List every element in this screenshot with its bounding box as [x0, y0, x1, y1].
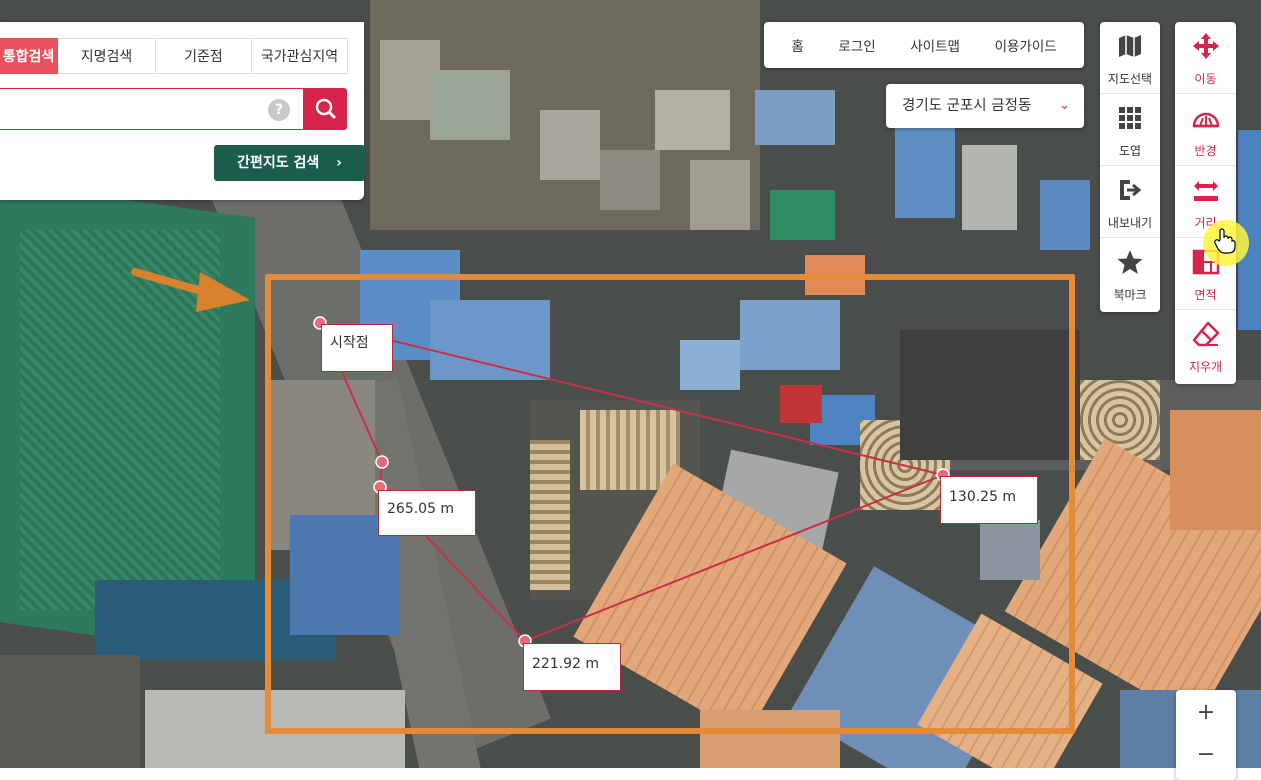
- tab-place-name-search[interactable]: 지명검색: [58, 38, 156, 74]
- tool-label: 도엽: [1118, 144, 1142, 158]
- tool-export[interactable]: 내보내기: [1100, 166, 1160, 238]
- map-building: [962, 145, 1017, 230]
- map-building: [20, 230, 220, 610]
- tool-bookmark[interactable]: 북마크: [1100, 238, 1160, 310]
- map-icon: [1119, 35, 1141, 57]
- hand-cursor-icon: [1214, 228, 1236, 254]
- tab-reference-point[interactable]: 기준점: [156, 38, 252, 74]
- nav-login[interactable]: 로그인: [838, 35, 875, 55]
- tool-eraser[interactable]: 지우개: [1175, 310, 1236, 382]
- nav-home[interactable]: 홈: [791, 35, 803, 55]
- map-building: [655, 90, 730, 150]
- top-nav: 홈 로그인 사이트맵 이용가이드: [764, 22, 1084, 68]
- tool-label: 지우개: [1188, 360, 1223, 374]
- measure-segment-label: 265.05 m: [378, 490, 476, 536]
- map-building: [540, 110, 600, 180]
- tool-move[interactable]: 이동: [1175, 22, 1236, 94]
- map-building: [1040, 180, 1090, 250]
- search-tabs: 통합검색 지명검색 기준점 국가관심지역: [0, 38, 348, 74]
- star-icon: [1117, 250, 1143, 274]
- tool-sheet-index[interactable]: 도엽: [1100, 94, 1160, 166]
- map-building: [430, 70, 510, 140]
- map-toolbar-left: 지도선택 도엽 내보내기 북마크: [1100, 22, 1160, 312]
- nav-sitemap[interactable]: 사이트맵: [910, 35, 960, 55]
- search-input[interactable]: ?: [0, 88, 304, 130]
- tool-radius[interactable]: 반경: [1175, 94, 1236, 166]
- measure-segment-label: 130.25 m: [940, 476, 1038, 524]
- region-select[interactable]: 경기도 군포시 금정동 ⌄: [886, 84, 1084, 128]
- tool-label: 북마크: [1113, 288, 1147, 302]
- grid-icon: [1119, 107, 1141, 129]
- help-icon[interactable]: ?: [268, 99, 290, 121]
- tab-label: 통합검색: [2, 49, 55, 65]
- tool-label: 지도선택: [1107, 72, 1153, 86]
- region-select-value: 경기도 군포시 금정동: [902, 98, 1032, 114]
- tab-national-interest-area[interactable]: 국가관심지역: [252, 38, 348, 74]
- tool-label: 내보내기: [1107, 216, 1153, 230]
- tool-label: 이동: [1194, 72, 1217, 86]
- map-building: [690, 160, 750, 230]
- measure-segment-label: 221.92 m: [523, 643, 621, 691]
- distance-icon: [1193, 181, 1218, 201]
- search-panel: 통합검색 지명검색 기준점 국가관심지역 ? 간편지도 검색 ›: [0, 22, 365, 200]
- tool-label: 반경: [1194, 144, 1217, 158]
- map-building: [755, 90, 835, 145]
- map-toolbar-right: 이동 반경 거리 면적 지우개: [1175, 22, 1236, 384]
- chevron-down-icon: ⌄: [1059, 98, 1070, 113]
- chevron-right-icon: ›: [336, 155, 342, 171]
- zoom-in-button[interactable]: +: [1176, 700, 1236, 725]
- tool-map-select[interactable]: 지도선택: [1100, 22, 1160, 94]
- zoom-control: + −: [1176, 690, 1236, 780]
- map-building: [1170, 410, 1261, 530]
- search-icon: [315, 98, 336, 119]
- nav-user-guide[interactable]: 이용가이드: [995, 35, 1057, 55]
- tab-integrated-search[interactable]: 통합검색: [0, 38, 58, 74]
- zoom-out-button[interactable]: −: [1176, 742, 1236, 767]
- map-building: [600, 150, 660, 210]
- map-building: [0, 655, 140, 768]
- measure-start-label: 시작점: [321, 324, 393, 372]
- map-building: [895, 128, 955, 218]
- quick-map-search-label: 간편지도 검색: [237, 155, 320, 171]
- tool-label: 면적: [1194, 288, 1217, 302]
- radius-icon: [1192, 112, 1219, 128]
- map-building: [770, 190, 835, 240]
- move-arrows-icon: [1192, 33, 1219, 59]
- eraser-icon: [1192, 321, 1219, 347]
- quick-map-search-button[interactable]: 간편지도 검색 ›: [214, 145, 365, 181]
- search-button[interactable]: [304, 88, 347, 130]
- export-icon: [1120, 180, 1142, 200]
